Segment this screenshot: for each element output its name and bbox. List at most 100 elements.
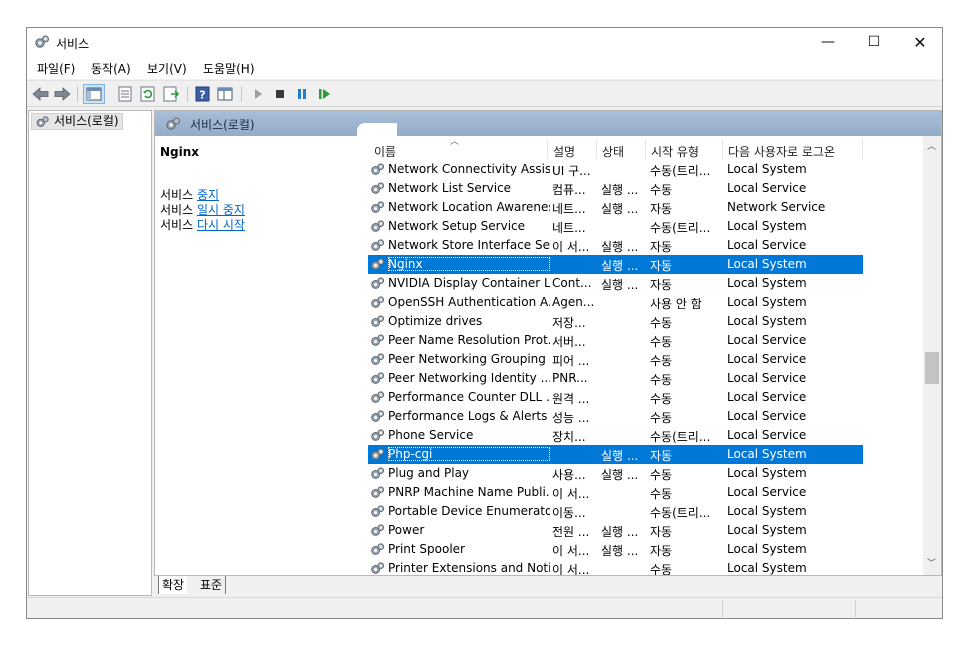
stop-service-icon[interactable] <box>270 85 290 103</box>
service-logon-cell: Local System <box>727 276 807 290</box>
column-header-name[interactable]: 이름 <box>374 143 396 160</box>
column-header-logon-as[interactable]: 다음 사용자로 로그온 <box>728 143 835 160</box>
scroll-down-icon[interactable]: ﹀ <box>927 556 936 569</box>
pane-header: 서비스(로컬) <box>155 111 941 136</box>
service-row[interactable]: Print Spooler 이 서... 실행 ... 자동 Local System <box>368 540 863 559</box>
service-logon-cell: Local System <box>727 447 807 461</box>
service-startup-type-cell: 수동 <box>650 392 673 406</box>
service-description-cell: UI 구... <box>552 164 591 178</box>
service-row[interactable]: Nginx 실행 ... 자동 Local System <box>368 255 863 274</box>
window-title: 서비스 <box>56 37 90 51</box>
export-list-icon[interactable] <box>161 85 181 103</box>
console-tree-icon[interactable] <box>83 84 105 104</box>
service-row[interactable]: PNRP Machine Name Publi... 이 서... 수동 Local … <box>368 483 863 502</box>
service-logon-cell: Local Service <box>727 352 807 366</box>
close-button[interactable]: ✕ <box>897 28 943 57</box>
refresh-icon[interactable] <box>138 85 158 103</box>
start-service-icon[interactable] <box>248 85 268 103</box>
restart-link[interactable]: 다시 시작 <box>197 218 245 232</box>
service-row[interactable]: Network Setup Service 네트... 수동(트리... Local … <box>368 217 863 236</box>
menu-file[interactable]: 파일(F) <box>37 60 75 77</box>
service-startup-type-cell: 수동(트리... <box>650 164 711 178</box>
service-row[interactable]: Peer Networking Identity ... PNR... 수동 Loca… <box>368 369 863 388</box>
service-row[interactable]: OpenSSH Authentication A... Agen... 사용 안 함… <box>368 293 863 312</box>
column-header-startup-type[interactable]: 시작 유형 <box>651 143 699 160</box>
column-divider[interactable] <box>645 139 646 159</box>
action-prefix: 서비스 <box>160 203 197 217</box>
service-row[interactable]: Optimize drives 저장... 수동 Local System <box>368 312 863 331</box>
service-startup-type-cell: 자동 <box>650 240 673 254</box>
maximize-button[interactable]: ☐ <box>851 28 897 57</box>
menu-help[interactable]: 도움말(H) <box>203 60 255 77</box>
stop-link[interactable]: 중지 <box>197 188 219 202</box>
column-header-description[interactable]: 설명 <box>553 143 575 160</box>
service-startup-type-cell: 수동 <box>650 354 673 368</box>
action-prefix: 서비스 <box>160 218 197 232</box>
service-startup-type-cell: 수동 <box>650 487 673 501</box>
restart-service-icon[interactable] <box>314 85 334 103</box>
service-logon-cell: Local Service <box>727 371 807 385</box>
service-name-cell: Optimize drives <box>388 314 483 328</box>
column-divider[interactable] <box>722 139 723 159</box>
title-bar: 서비스 — ☐ ✕ <box>27 28 942 57</box>
properties-icon[interactable] <box>115 85 135 103</box>
back-arrow-icon[interactable] <box>31 85 51 103</box>
extended-description: Nginx 서비스 중지 서비스 일시 중지 서비스 다시 시작 <box>155 136 357 575</box>
service-row[interactable]: Network Connectivity Assis... UI 구... 수동(트… <box>368 160 863 179</box>
service-description-cell: Agen... <box>552 295 594 309</box>
tree-item-services-local[interactable]: 서비스(로컬) <box>31 113 123 130</box>
service-row[interactable]: Performance Logs & Alerts 성능 ... 수동 Local S… <box>368 407 863 426</box>
help-icon[interactable]: ? <box>193 85 213 103</box>
service-gear-icon <box>370 466 385 484</box>
service-startup-type-cell: 자동 <box>650 278 673 292</box>
service-logon-cell: Local System <box>727 466 807 480</box>
service-logon-cell: Local System <box>727 314 807 328</box>
menu-view[interactable]: 보기(V) <box>147 60 187 77</box>
service-row[interactable]: Peer Name Resolution Prot... 서버... 수동 Local… <box>368 331 863 350</box>
pause-service-icon[interactable] <box>292 85 312 103</box>
service-gear-icon <box>370 428 385 446</box>
vertical-scrollbar[interactable]: ︿ ﹀ <box>923 136 941 575</box>
service-row[interactable]: Power 전원 ... 실행 ... 자동 Local System <box>368 521 863 540</box>
scroll-up-icon[interactable]: ︿ <box>927 139 936 152</box>
service-name-cell: Power <box>388 523 425 537</box>
service-row[interactable]: Printer Extensions and Noti... 이 서... 수동 Lo… <box>368 559 863 575</box>
column-divider[interactable] <box>862 139 863 159</box>
console-view-icon[interactable] <box>215 85 235 103</box>
service-name-cell: Print Spooler <box>388 542 465 556</box>
service-row[interactable]: Network Store Interface Se... 이 서... 실행 ..… <box>368 236 863 255</box>
service-row[interactable]: Php-cgi 실행 ... 자동 Local System <box>368 445 863 464</box>
minimize-button[interactable]: — <box>805 28 851 57</box>
service-description-cell: 장치... <box>552 430 586 444</box>
toolbar-separator <box>241 86 242 102</box>
service-logon-cell: Local Service <box>727 485 807 499</box>
service-name-cell: Phone Service <box>388 428 474 442</box>
service-logon-cell: Local System <box>727 162 807 176</box>
forward-arrow-icon[interactable] <box>52 85 72 103</box>
service-row[interactable]: NVIDIA Display Container LS Cont... 실행 ...… <box>368 274 863 293</box>
service-name-cell: Network Setup Service <box>388 219 526 233</box>
service-row[interactable]: Plug and Play 사용... 실행 ... 수동 Local System <box>368 464 863 483</box>
service-logon-cell: Network Service <box>727 200 826 214</box>
column-divider[interactable] <box>596 139 597 159</box>
service-logon-cell: Local System <box>727 295 807 309</box>
service-startup-type-cell: 수동 <box>650 335 673 349</box>
service-row[interactable]: Portable Device Enumerato... 이동... 수동(트리..… <box>368 502 863 521</box>
service-row[interactable]: Performance Counter DLL ... 원격 ... 수동 Local… <box>368 388 863 407</box>
scrollbar-thumb[interactable] <box>925 352 939 384</box>
column-divider[interactable] <box>547 139 548 159</box>
column-header-status[interactable]: 상태 <box>602 143 624 160</box>
tab-standard[interactable]: 표준 <box>197 576 227 594</box>
menu-action[interactable]: 동작(A) <box>91 60 131 77</box>
service-logon-cell: Local Service <box>727 428 807 442</box>
service-startup-type-cell: 수동 <box>650 373 673 387</box>
service-row[interactable]: Network List Service 컴퓨... 실행 ... 수동 Local S… <box>368 179 863 198</box>
service-gear-icon <box>370 219 385 237</box>
pause-link[interactable]: 일시 중지 <box>197 203 245 217</box>
service-row[interactable]: Phone Service 장치... 수동(트리... Local Service <box>368 426 863 445</box>
service-row[interactable]: Network Location Awareness 네트... 실행 ... 자동 N… <box>368 198 863 217</box>
tab-extended[interactable]: 확장 <box>158 576 188 594</box>
sort-ascending-icon: ︿ <box>450 137 460 147</box>
service-row[interactable]: Peer Networking Grouping 피어 ... 수동 Local Se… <box>368 350 863 369</box>
toolbar: ? <box>27 80 942 107</box>
